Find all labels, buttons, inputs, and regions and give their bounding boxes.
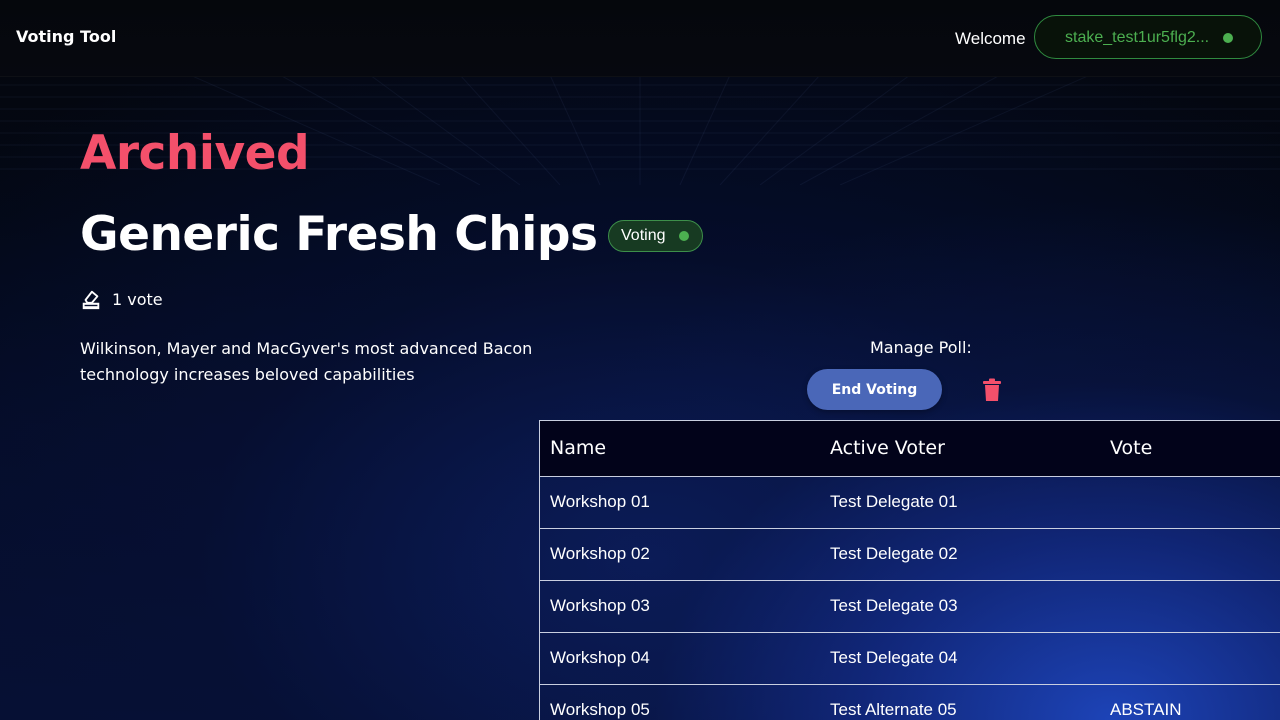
connected-status-dot-icon (1223, 33, 1233, 43)
cell-active-voter: Test Delegate 04 (830, 648, 958, 667)
wallet-button[interactable]: stake_test1ur5flg2... (1034, 15, 1262, 59)
cell-vote: ABSTAIN (1110, 700, 1182, 719)
cell-name: Workshop 02 (550, 544, 650, 563)
ballot-icon (82, 290, 100, 310)
end-voting-button[interactable]: End Voting (807, 369, 942, 410)
voters-table: Name Active Voter Vote Workshop 01 Test … (539, 420, 1280, 720)
table-row: Workshop 02 Test Delegate 02 (540, 529, 1280, 581)
manage-poll-label: Manage Poll: (870, 338, 972, 357)
table-row: Workshop 03 Test Delegate 03 (540, 581, 1280, 633)
cell-active-voter: Test Delegate 02 (830, 544, 958, 563)
column-header-vote[interactable]: Vote (1110, 437, 1152, 459)
cell-name: Workshop 05 (550, 700, 650, 719)
table-row: Workshop 04 Test Delegate 04 (540, 633, 1280, 685)
table-row: Workshop 01 Test Delegate 01 (540, 477, 1280, 529)
wallet-address: stake_test1ur5flg2... (1065, 29, 1210, 46)
column-header-name[interactable]: Name (550, 437, 606, 459)
cell-active-voter: Test Delegate 01 (830, 492, 958, 511)
cell-name: Workshop 01 (550, 492, 650, 511)
vote-count-label: 1 vote (112, 290, 163, 309)
column-header-active-voter[interactable]: Active Voter (830, 437, 945, 459)
status-dot-icon (679, 231, 689, 241)
poll-state-heading: Archived (80, 126, 310, 181)
poll-description: Wilkinson, Mayer and MacGyver's most adv… (80, 339, 533, 384)
table-row: Workshop 05 Test Alternate 05 ABSTAIN (540, 685, 1280, 720)
trash-icon[interactable] (981, 378, 1003, 402)
poll-title: Generic Fresh Chips (80, 207, 598, 262)
cell-name: Workshop 03 (550, 596, 650, 615)
table-header: Name Active Voter Vote (540, 421, 1280, 477)
status-badge: Voting (608, 220, 703, 252)
top-header: Voting Tool Welcome stake_test1ur5flg2..… (0, 0, 1280, 77)
welcome-label: Welcome (955, 29, 1026, 48)
cell-active-voter: Test Alternate 05 (830, 700, 957, 719)
status-badge-label: Voting (621, 227, 666, 244)
cell-name: Workshop 04 (550, 648, 650, 667)
cell-active-voter: Test Delegate 03 (830, 596, 958, 615)
app-title[interactable]: Voting Tool (16, 27, 116, 46)
